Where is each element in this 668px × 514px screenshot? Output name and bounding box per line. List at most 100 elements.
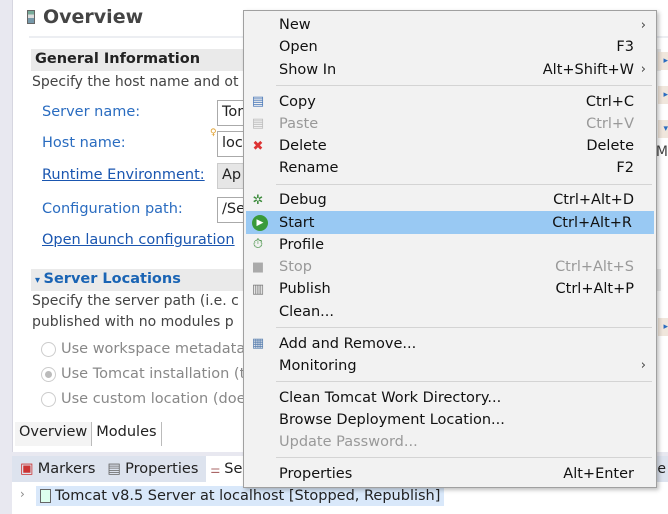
stop-icon: ■ bbox=[251, 259, 265, 275]
menu-item-new[interactable]: New › bbox=[244, 14, 656, 36]
start-icon: ▶ bbox=[252, 214, 268, 231]
radio-workspace-metadata[interactable]: Use workspace metadata bbox=[41, 341, 245, 357]
menu-item-monitoring[interactable]: Monitoring › bbox=[244, 355, 656, 377]
menu-item-clean[interactable]: Clean... bbox=[244, 301, 656, 323]
paste-icon: ▤ bbox=[251, 116, 265, 132]
page-title: Overview bbox=[27, 6, 143, 28]
menu-item-label: Monitoring bbox=[279, 357, 357, 374]
menu-item-shortcut: Ctrl+Alt+D bbox=[553, 192, 634, 209]
debug-icon: ✲ bbox=[252, 192, 264, 208]
views-right-text: e bbox=[657, 461, 666, 477]
menu-item-label: Browse Deployment Location... bbox=[279, 411, 505, 428]
server-icon bbox=[40, 489, 51, 503]
menu-item-label: Start bbox=[279, 214, 315, 231]
menu-item-label: Show In bbox=[279, 61, 337, 78]
menu-separator bbox=[244, 180, 656, 190]
menu-item-label: Open bbox=[279, 39, 318, 56]
tab-properties[interactable]: ▤ Properties bbox=[103, 459, 202, 479]
tab-servers[interactable]: ⚌ Se bbox=[206, 456, 247, 482]
menu-item-label: Add and Remove... bbox=[279, 335, 417, 352]
publish-icon: ▥ bbox=[251, 281, 265, 297]
menu-item-label: Clean Tomcat Work Directory... bbox=[279, 389, 502, 406]
menu-item-label: New bbox=[279, 17, 311, 34]
menu-separator bbox=[244, 323, 656, 333]
lightbulb-icon: ♀ bbox=[210, 128, 217, 138]
menu-separator bbox=[244, 453, 656, 463]
properties-icon: ▤ bbox=[107, 461, 122, 477]
menu-item-start[interactable]: ▶ Start Ctrl+Alt+R bbox=[246, 211, 654, 234]
server-name-label: Server name: bbox=[42, 104, 141, 120]
menu-item-clean-tomcat-work-directory[interactable]: Clean Tomcat Work Directory... bbox=[244, 386, 656, 408]
menu-item-label: Paste bbox=[279, 115, 319, 132]
menu-item-debug[interactable]: ✲ Debug Ctrl+Alt+D bbox=[244, 189, 656, 211]
host-name-label: Host name: bbox=[42, 135, 126, 151]
configuration-path-label: Configuration path: bbox=[42, 201, 183, 217]
expanded-section-icon[interactable]: ▾ bbox=[658, 120, 668, 138]
menu-item-open[interactable]: Open F3 bbox=[244, 36, 656, 58]
expand-triangle-icon: ▾ bbox=[35, 275, 44, 286]
menu-item-delete[interactable]: ✖ Delete Delete bbox=[244, 135, 656, 157]
menu-separator bbox=[244, 81, 656, 91]
submenu-chevron-icon: › bbox=[640, 358, 646, 374]
menu-item-label: Delete bbox=[279, 138, 327, 155]
menu-item-publish[interactable]: ▥ Publish Ctrl+Alt+P bbox=[244, 278, 656, 300]
menu-item-label: Update Password... bbox=[279, 434, 418, 451]
menu-item-shortcut: Ctrl+V bbox=[586, 115, 634, 132]
add-remove-icon: ▦ bbox=[251, 336, 265, 351]
radio-custom-location[interactable]: Use custom location (doe bbox=[41, 391, 246, 407]
menu-item-browse-deployment-location[interactable]: Browse Deployment Location... bbox=[244, 409, 656, 431]
menu-item-label: Publish bbox=[279, 281, 331, 298]
menu-item-label: Profile bbox=[279, 236, 325, 253]
expand-chevron-icon[interactable]: › bbox=[20, 487, 25, 501]
radio-icon bbox=[41, 341, 56, 357]
servers-icon: ⚌ bbox=[210, 462, 221, 476]
submenu-chevron-icon: › bbox=[640, 17, 646, 33]
markers-icon: ▣ bbox=[20, 461, 34, 477]
menu-item-update-password[interactable]: Update Password... bbox=[244, 431, 656, 453]
menu-separator bbox=[244, 377, 656, 387]
collapsed-section-icon[interactable]: ▸ bbox=[658, 86, 668, 104]
right-section-text: M bbox=[655, 144, 668, 160]
menu-item-paste[interactable]: ▤ Paste Ctrl+V bbox=[244, 113, 656, 135]
menu-item-shortcut: F2 bbox=[616, 160, 634, 177]
menu-item-label: Debug bbox=[279, 192, 327, 209]
context-menu: New › Open F3 Show In Alt+Shift+W › ▤ Copy Ctrl+C… bbox=[243, 10, 657, 488]
tab-modules[interactable]: Modules bbox=[92, 422, 162, 446]
runtime-environment-link[interactable]: Runtime Environment: bbox=[42, 167, 205, 183]
menu-item-label: Stop bbox=[279, 259, 312, 276]
locations-description: Specify the server path (i.e. c bbox=[32, 293, 239, 309]
menu-item-properties[interactable]: Properties Alt+Enter bbox=[244, 463, 656, 485]
server-row[interactable]: Tomcat v8.5 Server at localhost [Stopped… bbox=[36, 486, 445, 506]
delete-icon: ✖ bbox=[252, 138, 264, 154]
menu-item-shortcut: Alt+Shift+W bbox=[542, 61, 634, 78]
menu-item-label: Properties bbox=[279, 465, 353, 482]
tab-markers[interactable]: ▣ Markers bbox=[16, 459, 99, 479]
profile-icon: ⏱ bbox=[252, 237, 264, 253]
menu-item-shortcut: Ctrl+Alt+S bbox=[555, 259, 634, 276]
server-icon bbox=[27, 10, 35, 24]
menu-item-stop[interactable]: ■ Stop Ctrl+Alt+S bbox=[244, 256, 656, 278]
menu-item-label: Copy bbox=[279, 93, 316, 110]
menu-item-show-in[interactable]: Show In Alt+Shift+W › bbox=[244, 59, 656, 81]
editor-tabs: Overview Modules bbox=[15, 422, 162, 446]
menu-item-add-and-remove[interactable]: ▦ Add and Remove... bbox=[244, 332, 656, 354]
radio-tomcat-installation[interactable]: Use Tomcat installation (t bbox=[41, 366, 245, 382]
collapsed-section-icon[interactable]: ▸ bbox=[658, 318, 668, 336]
menu-item-copy[interactable]: ▤ Copy Ctrl+C bbox=[244, 90, 656, 112]
menu-item-shortcut: Ctrl+C bbox=[585, 93, 634, 110]
tab-overview[interactable]: Overview bbox=[15, 422, 93, 446]
menu-item-shortcut: F3 bbox=[616, 39, 634, 56]
menu-item-label: Clean... bbox=[279, 303, 334, 320]
menu-item-profile[interactable]: ⏱ Profile bbox=[244, 234, 656, 256]
general-description: Specify the host name and ot bbox=[32, 74, 239, 90]
locations-description-2: published with no modules p bbox=[32, 314, 234, 330]
open-launch-configuration-link[interactable]: Open launch configuration bbox=[42, 232, 235, 248]
menu-item-shortcut: Ctrl+Alt+R bbox=[552, 214, 632, 231]
menu-item-shortcut: Delete bbox=[586, 138, 634, 155]
menu-item-rename[interactable]: Rename F2 bbox=[244, 157, 656, 179]
radio-selected-icon bbox=[41, 366, 56, 382]
collapsed-section-icon[interactable]: ▸ bbox=[658, 52, 668, 70]
copy-icon: ▤ bbox=[251, 94, 265, 110]
menu-item-label: Rename bbox=[279, 160, 339, 177]
submenu-chevron-icon: › bbox=[640, 62, 646, 78]
